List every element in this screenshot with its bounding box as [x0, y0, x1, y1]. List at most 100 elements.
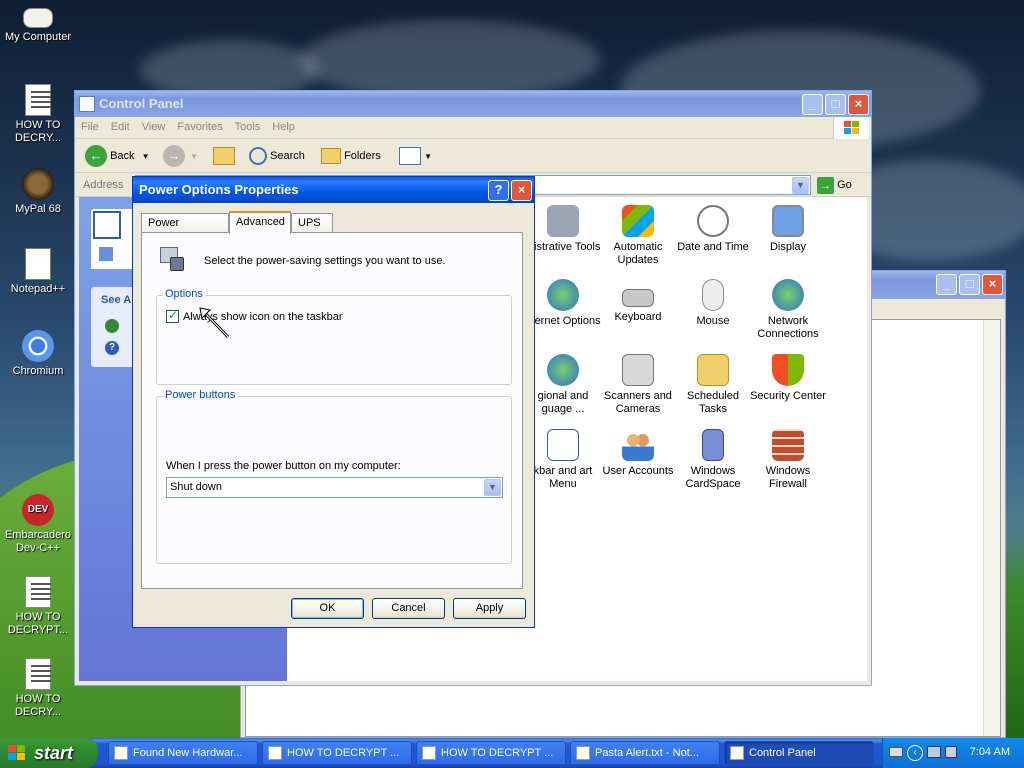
cp-item-label: Scheduled Tasks: [687, 390, 739, 415]
go-button[interactable]: → Go: [817, 176, 852, 194]
cp-item-user-accounts[interactable]: User Accounts: [600, 429, 676, 478]
menu-view[interactable]: View: [136, 117, 172, 133]
cp-item-cardspace[interactable]: Windows CardSpace: [675, 429, 751, 491]
shield-icon: [772, 354, 804, 386]
menu-tools[interactable]: Tools: [229, 117, 267, 133]
keyboard-icon[interactable]: [889, 747, 903, 757]
dialog-titlebar[interactable]: Power Options Properties ? ×: [133, 177, 534, 203]
views-button[interactable]: ▼: [399, 144, 432, 168]
taskbar-item-how-to-decrypt-1[interactable]: HOW TO DECRYPT ...: [262, 741, 412, 765]
desktop-icon-how-to-decrypt-3[interactable]: HOW TO DECRY...: [0, 658, 76, 719]
taskbar-item-label: HOW TO DECRYPT ...: [441, 747, 554, 759]
ok-button[interactable]: OK: [291, 598, 364, 619]
cancel-button[interactable]: Cancel: [372, 598, 445, 619]
cp-item-admin-tools[interactable]: inistrative Tools: [525, 205, 601, 254]
users-icon: [622, 429, 654, 461]
window-title: Control Panel: [99, 96, 184, 111]
menu-favorites[interactable]: Favorites: [171, 117, 228, 133]
show-icon-checkbox[interactable]: [166, 308, 179, 323]
cp-item-mouse[interactable]: Mouse: [675, 279, 751, 328]
cp-item-firewall[interactable]: Windows Firewall: [750, 429, 826, 491]
chevron-down-icon: ▼: [424, 152, 432, 161]
desktop-icon-notepadpp[interactable]: Notepad++: [0, 248, 76, 296]
desktop-icon-how-to-decrypt-1[interactable]: HOW TO DECRY...: [0, 84, 76, 145]
close-button[interactable]: ×: [848, 94, 869, 115]
firewall-icon: [772, 429, 804, 461]
minimize-button[interactable]: _: [936, 274, 957, 295]
options-group-label: Options: [163, 288, 205, 300]
scrollbar[interactable]: [983, 320, 1000, 736]
menu-bar: File Edit View Favorites Tools Help: [75, 117, 871, 139]
search-icon: [249, 147, 267, 166]
taskbar-item-found-new-hardware[interactable]: Found New Hardwar...: [108, 741, 258, 765]
apply-button[interactable]: Apply: [453, 598, 526, 619]
cp-item-taskbar[interactable]: kbar and art Menu: [525, 429, 601, 491]
windows-logo-icon: [833, 117, 869, 139]
desktop-icon-chromium[interactable]: Chromium: [0, 330, 76, 378]
desktop-icon-devcpp[interactable]: DEV Embarcadero Dev-C++: [0, 494, 76, 555]
cp-item-scheduled-tasks[interactable]: Scheduled Tasks: [675, 354, 751, 416]
search-label: Search: [270, 150, 305, 162]
help-button[interactable]: ?: [488, 180, 509, 201]
cp-item-label: kbar and art Menu: [533, 465, 593, 490]
menu-help[interactable]: Help: [266, 117, 301, 133]
views-icon: [399, 147, 421, 166]
cp-item-label: Windows Firewall: [765, 465, 811, 490]
minimize-button[interactable]: _: [802, 94, 823, 115]
cp-item-keyboard[interactable]: Keyboard: [600, 279, 676, 324]
switch-view-link[interactable]: [99, 247, 113, 261]
chevron-down-icon[interactable]: ▼: [484, 479, 501, 496]
desktop-icon-how-to-decrypt-2[interactable]: HOW TO DECRYPT...: [0, 576, 76, 637]
volume-icon[interactable]: [945, 746, 957, 758]
network-icon[interactable]: [927, 746, 941, 758]
cp-item-date-time[interactable]: Date and Time: [675, 205, 751, 254]
back-button[interactable]: ← Back ▼: [85, 144, 150, 168]
menu-edit[interactable]: Edit: [105, 117, 136, 133]
power-options-dialog[interactable]: Power Options Properties ? × Power Schem…: [132, 176, 535, 628]
clock[interactable]: 7:04 AM: [970, 746, 1010, 758]
windows-update-icon[interactable]: [105, 319, 119, 333]
menu-file[interactable]: File: [75, 117, 105, 133]
windows-flag-icon: [622, 205, 654, 237]
notepadpp-icon: [25, 248, 51, 280]
dialog-title: Power Options Properties: [139, 182, 299, 197]
up-folder-button[interactable]: [213, 144, 235, 168]
folder-icon: [321, 148, 341, 165]
tab-advanced[interactable]: Advanced: [229, 211, 291, 234]
chevron-down-icon[interactable]: ▼: [142, 152, 150, 161]
cp-item-display[interactable]: Display: [750, 205, 826, 254]
taskbar-item-how-to-decrypt-2[interactable]: HOW TO DECRYPT ...: [416, 741, 566, 765]
close-button[interactable]: ×: [511, 180, 532, 201]
help-icon[interactable]: ?: [105, 341, 119, 355]
desktop-icon-mypal[interactable]: MyPal 68: [0, 168, 76, 216]
go-arrow-icon: →: [817, 176, 834, 194]
search-button[interactable]: Search: [249, 144, 305, 168]
cp-item-network[interactable]: Network Connections: [750, 279, 826, 341]
back-label: Back: [110, 150, 135, 162]
cp-item-security-center[interactable]: Security Center: [750, 354, 826, 403]
cp-item-label: Automatic Updates: [613, 241, 663, 266]
maximize-button[interactable]: □: [959, 274, 980, 295]
desktop-icon-label: Embarcadero Dev-C++: [4, 529, 72, 554]
chevron-left-icon[interactable]: ‹: [907, 745, 923, 761]
folder-icon: [697, 354, 729, 386]
taskbar-item-pasta-alert[interactable]: Pasta Alert.txt - Not...: [570, 741, 720, 765]
close-button[interactable]: ×: [982, 274, 1003, 295]
go-label: Go: [837, 179, 852, 191]
power-button-action-select[interactable]: Shut down ▼: [166, 477, 503, 498]
forward-button[interactable]: → ▼: [163, 144, 198, 168]
cp-item-scanners[interactable]: Scanners and Cameras: [600, 354, 676, 416]
control-panel-titlebar[interactable]: Control Panel _ □ ×: [75, 91, 871, 117]
chevron-down-icon[interactable]: ▼: [792, 177, 809, 194]
mypal-icon: [22, 168, 54, 200]
tab-ups[interactable]: UPS: [291, 213, 333, 233]
taskbar-item-control-panel[interactable]: Control Panel: [724, 741, 874, 765]
desktop-icon-my-computer[interactable]: My Computer: [0, 4, 76, 44]
start-button[interactable]: start: [0, 738, 98, 768]
cp-item-automatic-updates[interactable]: Automatic Updates: [600, 205, 676, 267]
tab-power-schemes[interactable]: Power Schemes: [141, 213, 229, 247]
maximize-button[interactable]: □: [825, 94, 846, 115]
folders-button[interactable]: Folders: [321, 144, 381, 168]
cp-item-internet-options[interactable]: nternet Options: [525, 279, 601, 328]
cp-item-regional[interactable]: gional and guage ...: [525, 354, 601, 416]
